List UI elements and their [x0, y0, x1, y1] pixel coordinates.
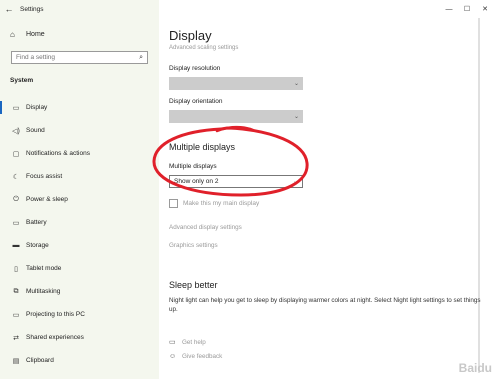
get-help-link[interactable]: ▭ Get help — [169, 338, 206, 347]
settings-window: ← Settings ⌂ Home ⌕ System ▭ Display ◁) … — [0, 0, 500, 379]
clipboard-icon: ▤ — [12, 357, 20, 365]
home-label: Home — [26, 31, 45, 38]
multitasking-icon: ⧉ — [13, 287, 19, 295]
sidebar-item-label: Sound — [26, 127, 45, 134]
minimize-button[interactable]: — — [440, 2, 458, 16]
back-button[interactable]: ← — [0, 0, 18, 18]
monitor-icon: ▭ — [12, 104, 20, 112]
window-controls: — ☐ ✕ — [440, 2, 494, 16]
sidebar-item-label: Battery — [26, 219, 47, 226]
sidebar-item-tablet-mode[interactable]: ▯ Tablet mode — [0, 257, 159, 280]
sidebar-item-label: Clipboard — [26, 357, 54, 364]
graphics-settings-link[interactable]: Graphics settings — [169, 242, 218, 249]
multiple-displays-dropdown[interactable]: Show only on 2 ⌄ — [169, 175, 303, 188]
sidebar-nav: ▭ Display ◁) Sound ▢ Notifications & act… — [0, 96, 159, 372]
section-label: System — [10, 77, 34, 84]
checkbox-box[interactable] — [169, 199, 178, 208]
window-title: Settings — [20, 5, 44, 13]
advanced-scaling-link[interactable]: Advanced scaling settings — [169, 45, 238, 51]
main-display-checkbox-label: Make this my main display — [183, 200, 260, 207]
speaker-icon: ◁) — [12, 127, 20, 135]
sidebar-item-label: Multitasking — [26, 288, 61, 295]
projector-icon: ▭ — [12, 311, 20, 319]
main-display-checkbox[interactable]: Make this my main display — [169, 199, 259, 208]
sidebar-item-clipboard[interactable]: ▤ Clipboard — [0, 349, 159, 372]
watermark: Baidu — [458, 361, 492, 375]
advanced-display-link[interactable]: Advanced display settings — [169, 224, 242, 231]
power-icon: ⏻ — [13, 195, 19, 203]
page-title: Display — [169, 28, 212, 43]
help-icon: ▭ — [169, 339, 176, 346]
multiple-displays-label: Multiple displays — [169, 163, 217, 170]
sidebar-item-multitasking[interactable]: ⧉ Multitasking — [0, 280, 159, 303]
shared-icon: ⇄ — [13, 334, 19, 342]
sidebar-item-label: Focus assist — [26, 173, 63, 180]
sleep-better-heading: Sleep better — [169, 280, 218, 290]
storage-icon: ▬ — [12, 242, 20, 249]
sidebar-item-label: Notifications & actions — [26, 150, 90, 157]
sidebar-item-label: Power & sleep — [26, 196, 68, 203]
sidebar-item-label: Display — [26, 104, 48, 111]
sidebar-item-display[interactable]: ▭ Display — [0, 96, 159, 119]
title-bar: ← Settings — [0, 0, 159, 18]
sidebar-item-label: Tablet mode — [26, 265, 62, 272]
chevron-down-icon: ⌄ — [293, 81, 299, 87]
sleep-description: Night light can help you get to sleep by… — [169, 297, 481, 313]
sidebar-item-storage[interactable]: ▬ Storage — [0, 234, 159, 257]
sidebar-item-projecting[interactable]: ▭ Projecting to this PC — [0, 303, 159, 326]
resolution-dropdown[interactable]: ⌄ — [169, 77, 303, 90]
tablet-icon: ▯ — [14, 265, 18, 273]
feedback-icon: ☺ — [169, 353, 177, 360]
sidebar-item-label: Projecting to this PC — [26, 311, 85, 318]
sidebar-item-power-sleep[interactable]: ⏻ Power & sleep — [0, 188, 159, 211]
give-feedback-label: Give feedback — [182, 353, 223, 360]
scrollbar[interactable] — [478, 18, 480, 373]
sidebar-item-sound[interactable]: ◁) Sound — [0, 119, 159, 142]
home-icon: ⌂ — [10, 30, 15, 39]
resolution-label: Display resolution — [169, 65, 221, 72]
main-content: — ☐ ✕ Display Advanced scaling settings … — [159, 0, 500, 379]
maximize-button[interactable]: ☐ — [458, 2, 476, 16]
orientation-label: Display orientation — [169, 98, 223, 105]
search-input[interactable] — [16, 54, 126, 61]
get-help-label: Get help — [182, 338, 206, 346]
chevron-down-icon: ⌄ — [292, 179, 298, 185]
sidebar-item-focus-assist[interactable]: ☾ Focus assist — [0, 165, 159, 188]
notification-icon: ▢ — [12, 150, 20, 158]
moon-icon: ☾ — [12, 173, 20, 181]
sidebar-item-label: Shared experiences — [26, 334, 84, 341]
orientation-dropdown[interactable]: ⌄ — [169, 110, 303, 123]
chevron-down-icon: ⌄ — [293, 114, 299, 120]
sidebar-item-label: Storage — [26, 242, 49, 249]
back-arrow-icon: ← — [4, 4, 14, 14]
sidebar-item-battery[interactable]: ▭ Battery — [0, 211, 159, 234]
home-nav[interactable]: ⌂ Home — [10, 30, 45, 39]
sidebar-item-notifications[interactable]: ▢ Notifications & actions — [0, 142, 159, 165]
close-button[interactable]: ✕ — [476, 2, 494, 16]
sidebar-item-shared-experiences[interactable]: ⇄ Shared experiences — [0, 326, 159, 349]
give-feedback-link[interactable]: ☺ Give feedback — [169, 353, 222, 360]
search-box: ⌕ — [11, 51, 148, 64]
sidebar: ← Settings ⌂ Home ⌕ System ▭ Display ◁) … — [0, 0, 159, 379]
multiple-displays-heading: Multiple displays — [169, 142, 236, 152]
search-icon[interactable]: ⌕ — [139, 54, 143, 62]
battery-icon: ▭ — [12, 219, 20, 227]
multiple-displays-value: Show only on 2 — [174, 178, 219, 185]
